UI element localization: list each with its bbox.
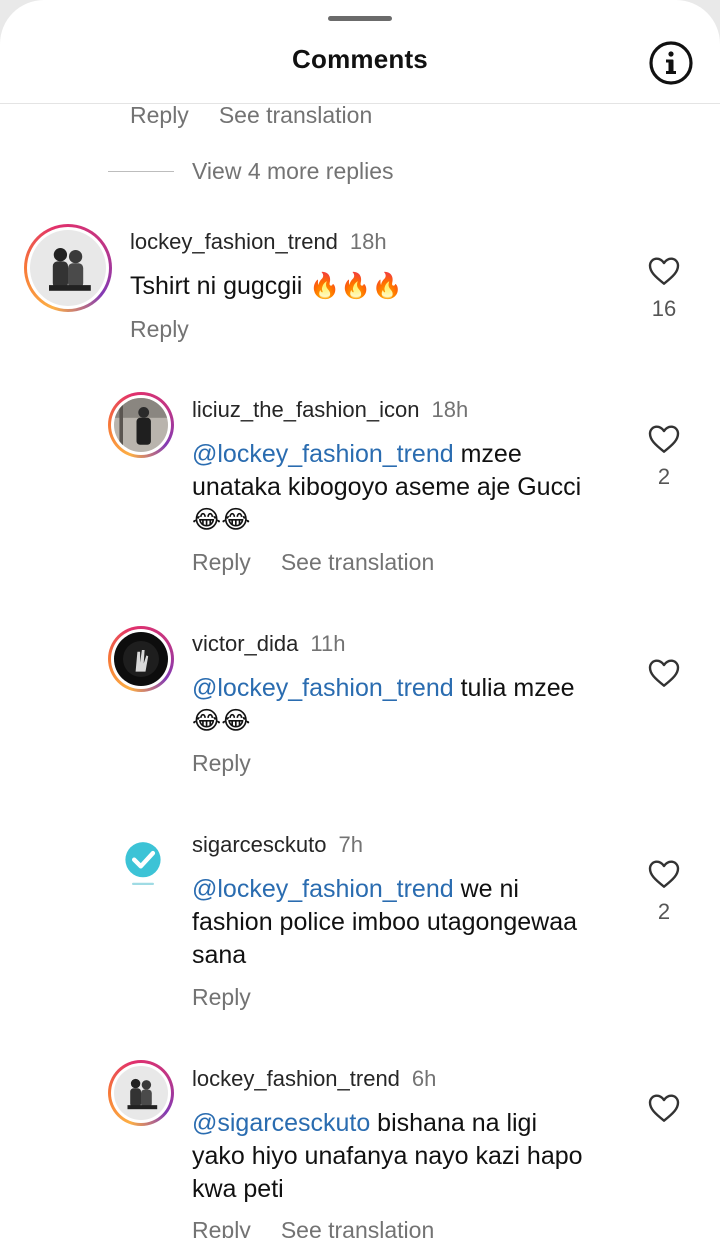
comments-sheet: Comments Reply See translation View 4 mor… (0, 0, 720, 1238)
comment-username[interactable]: liciuz_the_fashion_icon 18h (192, 397, 468, 423)
comment-text: @sigarcesckuto bishana na ligi yako hiyo… (192, 1109, 583, 1203)
comment-text: @lockey_fashion_trend mzee unataka kibog… (192, 440, 582, 534)
verified-badge-icon (125, 842, 161, 885)
mention-link[interactable]: @sigarcesckuto (192, 1109, 370, 1137)
reply-button[interactable]: Reply (192, 750, 251, 776)
reply-button[interactable]: Reply (130, 102, 189, 128)
reply-button[interactable]: Reply (130, 316, 189, 342)
drag-handle[interactable] (328, 16, 392, 21)
avatar[interactable] (108, 1060, 174, 1126)
comment-username[interactable]: sigarcesckuto 7h (192, 832, 363, 858)
page-title: Comments (292, 44, 428, 74)
like-button[interactable]: 2 (644, 859, 684, 925)
comment-actions: Reply See translation (192, 549, 464, 576)
comment-actions: Reply See translation (192, 1217, 464, 1238)
comment-actions: Reply (192, 750, 281, 777)
like-count: 2 (657, 464, 671, 489)
info-icon[interactable] (648, 40, 694, 86)
reply-button[interactable]: Reply (192, 984, 251, 1010)
see-translation-button[interactable]: See translation (219, 102, 372, 128)
comment-actions: Reply (192, 984, 281, 1011)
heart-outline-icon (648, 257, 680, 285)
like-count: 2 (657, 899, 671, 924)
previous-reply-actions: Reply See translation (130, 102, 402, 129)
heart-outline-icon (648, 659, 680, 687)
comment-time: 11h (310, 631, 346, 656)
comment-text: @lockey_fashion_trend we ni fashion poli… (192, 875, 577, 969)
avatar[interactable] (108, 626, 174, 692)
view-more-replies-label: View 4 more replies (192, 158, 394, 184)
comment-time: 18h (431, 397, 469, 422)
like-count: 16 (651, 296, 677, 321)
reply-button[interactable]: Reply (192, 549, 251, 575)
comment-time: 6h (411, 1066, 437, 1091)
heart-outline-icon (648, 860, 680, 888)
see-translation-button[interactable]: See translation (281, 549, 434, 575)
see-translation-button[interactable]: See translation (281, 1217, 434, 1238)
comment-text: Tshirt ni gugcgii 🔥🔥🔥 (130, 272, 403, 300)
comment-username[interactable]: lockey_fashion_trend 18h (130, 229, 387, 255)
comment-username[interactable]: victor_dida 11h (192, 631, 345, 657)
view-more-replies-button[interactable]: View 4 more replies (108, 158, 394, 185)
like-button[interactable]: 2 (644, 424, 684, 490)
avatar[interactable] (108, 392, 174, 458)
reply-button[interactable]: Reply (192, 1217, 251, 1238)
thread-line (108, 171, 174, 172)
heart-outline-icon (648, 425, 680, 453)
comment-text: @lockey_fashion_trend tulia mzee😂😂 (192, 674, 575, 735)
comment-username[interactable]: lockey_fashion_trend 6h (192, 1066, 436, 1092)
comment-time: 7h (338, 832, 363, 857)
heart-outline-icon (648, 1094, 680, 1122)
like-button[interactable]: 16 (644, 256, 684, 322)
mention-link[interactable]: @lockey_fashion_trend (192, 875, 454, 903)
comment-time: 18h (349, 229, 387, 254)
like-button[interactable] (644, 1093, 684, 1133)
mention-link[interactable]: @lockey_fashion_trend (192, 674, 454, 702)
avatar[interactable] (24, 224, 112, 312)
like-button[interactable] (644, 658, 684, 698)
mention-link[interactable]: @lockey_fashion_trend (192, 440, 454, 468)
avatar[interactable] (110, 830, 176, 896)
comment-actions: Reply (130, 316, 219, 343)
